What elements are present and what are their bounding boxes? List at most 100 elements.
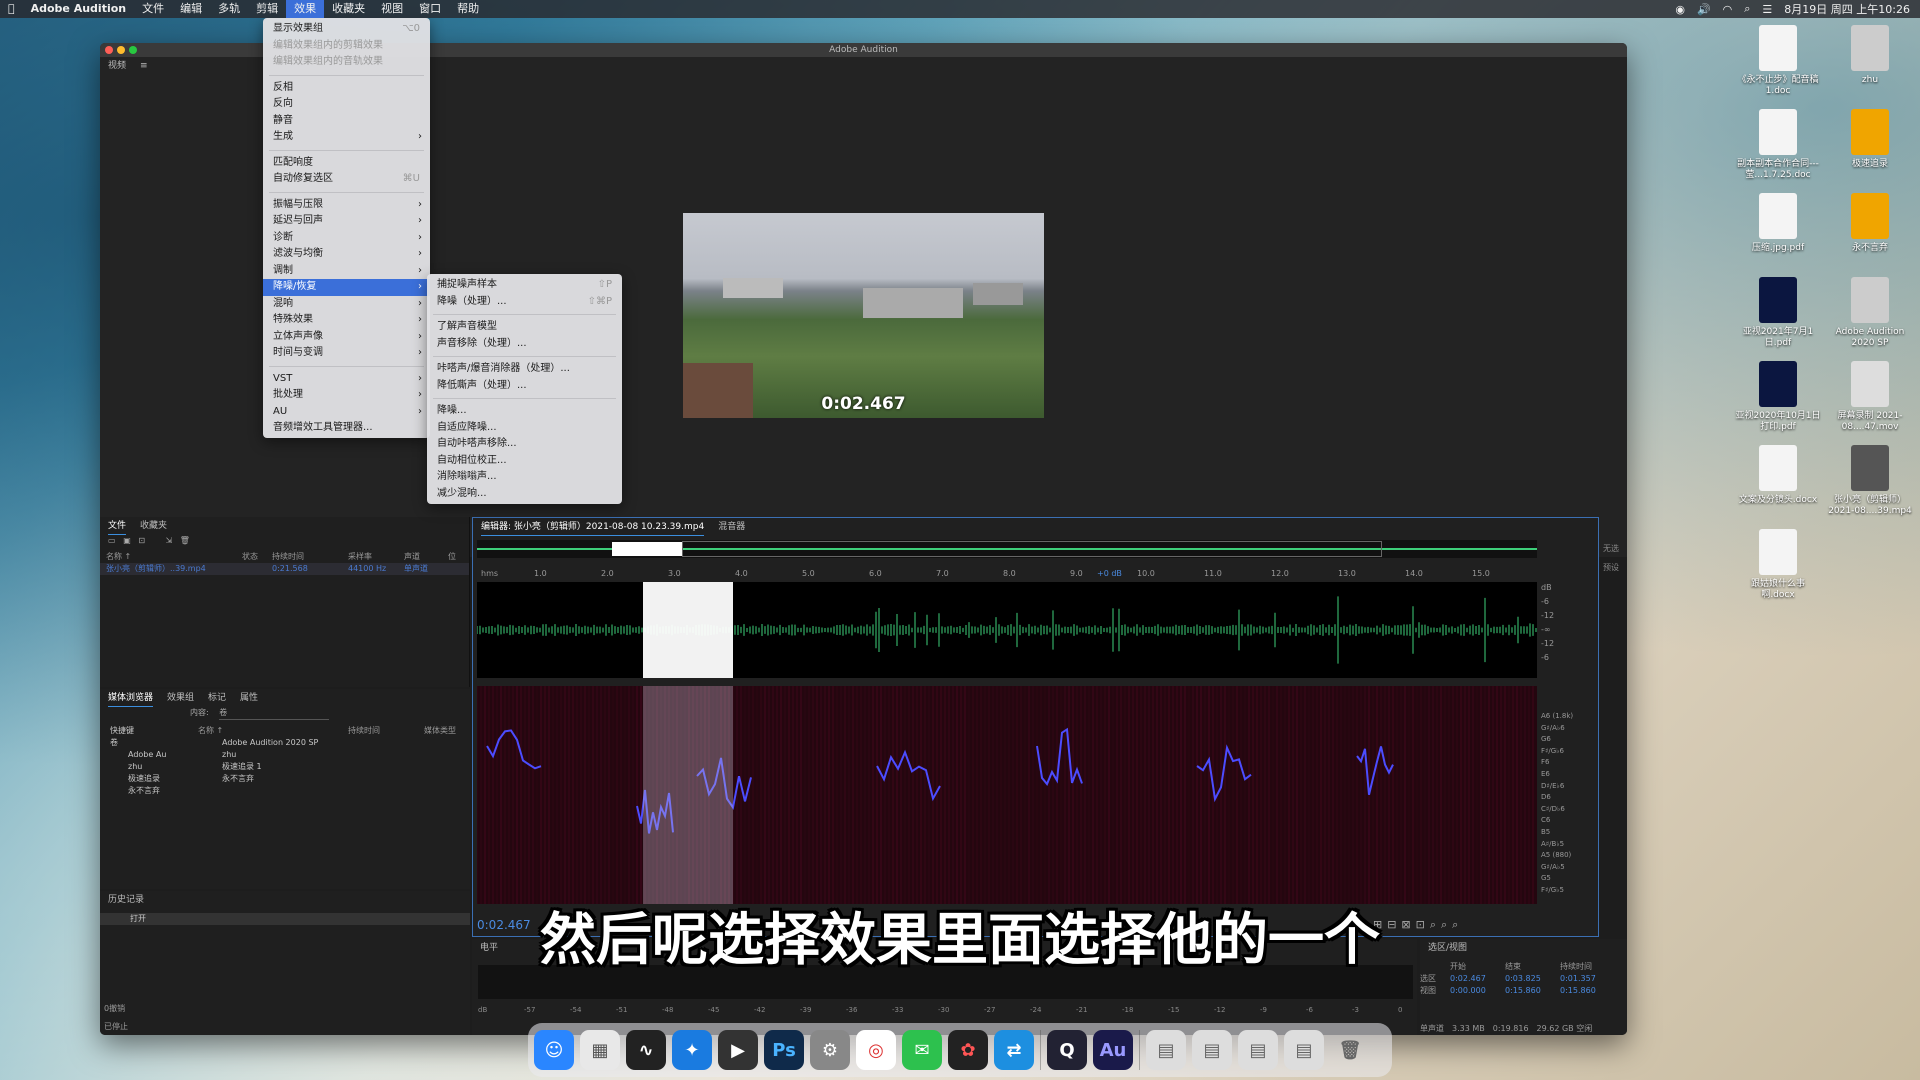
- open-folder-icon[interactable]: ▭: [108, 536, 116, 545]
- wifi-icon[interactable]: ◠: [1723, 3, 1733, 16]
- effects-menu-item[interactable]: 编辑效果组内的剪辑效果: [263, 38, 430, 55]
- noise-menu-item[interactable]: 自动咔嗒声移除...: [427, 436, 622, 453]
- desktop-icon[interactable]: zhu: [1827, 25, 1913, 86]
- noise-menu-item[interactable]: 了解声音模型: [427, 319, 622, 336]
- tab-editor[interactable]: 编辑器: 张小亮（剪辑师）2021-08-08 10.23.39.mp4: [481, 518, 705, 536]
- video-panel-title[interactable]: 视频: [108, 57, 126, 75]
- clock[interactable]: 8月19日 周四 上午10:26: [1784, 1, 1910, 17]
- menu-multitrack[interactable]: 多轨: [210, 0, 248, 18]
- tab-markers[interactable]: 标记: [208, 689, 226, 707]
- tab-favorites[interactable]: 收藏夹: [140, 517, 167, 535]
- wechat-icon[interactable]: ◉: [1675, 3, 1685, 16]
- overview-bar[interactable]: [477, 540, 1537, 558]
- col-duration[interactable]: 持续时间: [272, 551, 348, 563]
- content-select[interactable]: 卷: [219, 707, 330, 720]
- document-icon[interactable]: ▤: [1146, 1030, 1186, 1070]
- selection-highlight[interactable]: [643, 582, 733, 678]
- tab-media-browser[interactable]: 媒体浏览器: [108, 689, 154, 707]
- document-icon[interactable]: ▤: [1238, 1030, 1278, 1070]
- desktop-icon[interactable]: 亚视2020年10月1日打印.pdf: [1735, 361, 1821, 433]
- effects-menu-item[interactable]: 生成 ›: [263, 129, 430, 146]
- trash-icon[interactable]: 🗑: [1330, 1030, 1370, 1070]
- noise-menu-item[interactable]: 降噪...: [427, 403, 622, 420]
- insert-icon[interactable]: ⇲: [165, 536, 172, 545]
- desktop-icon[interactable]: 压缩.jpg.pdf: [1735, 193, 1821, 254]
- menu-edit[interactable]: 编辑: [172, 0, 210, 18]
- control-center-icon[interactable]: ☰: [1762, 3, 1772, 16]
- menu-favorites[interactable]: 收藏夹: [324, 0, 373, 18]
- final-cut-icon[interactable]: ▶: [718, 1030, 758, 1070]
- tree-item[interactable]: 极速追录: [110, 773, 192, 785]
- new-file-icon[interactable]: ⊡: [138, 536, 145, 545]
- noise-menu-item[interactable]: 减少混响...: [427, 486, 622, 503]
- spectral-view[interactable]: [476, 686, 1537, 904]
- effects-menu-item[interactable]: 自动修复选区 ⌘U: [263, 171, 430, 188]
- teamviewer-icon[interactable]: ⇄: [994, 1030, 1034, 1070]
- waveform-view[interactable]: [476, 582, 1537, 678]
- noise-menu-item[interactable]: 降低嘶声（处理）...: [427, 378, 622, 395]
- gain-value[interactable]: +0 dB: [1097, 569, 1122, 578]
- effects-menu-item[interactable]: 匹配响度: [263, 155, 430, 172]
- col-status[interactable]: 状态: [242, 551, 272, 563]
- desktop-icon[interactable]: 永不言弃: [1827, 193, 1913, 254]
- menu-effects[interactable]: 效果: [286, 0, 325, 18]
- tree-item[interactable]: 快捷键: [110, 725, 192, 737]
- safari-icon[interactable]: ✦: [672, 1030, 712, 1070]
- time-ruler[interactable]: hms 1.0 2.0 3.0 4.0 5.0 6.0 7.0 8.0 9.0 10.0 11.0 12…: [477, 566, 1537, 580]
- desktop-icon[interactable]: 副本副本合作合同---莹...1.7.25.doc: [1735, 109, 1821, 181]
- photoshop-icon[interactable]: Ps: [764, 1030, 804, 1070]
- import-icon[interactable]: ▣: [123, 536, 131, 545]
- col-rate[interactable]: 采样率: [348, 551, 404, 563]
- list-item[interactable]: 永不言弃: [198, 773, 470, 785]
- chrome-icon[interactable]: ◎: [856, 1030, 896, 1070]
- noise-menu-item[interactable]: 降噪（处理）... ⇧⌘P: [427, 294, 622, 311]
- noise-menu-item[interactable]: 自适应降噪...: [427, 420, 622, 437]
- col-name[interactable]: 名称 ↑: [106, 551, 242, 563]
- media-col-type[interactable]: 媒体类型: [424, 725, 456, 737]
- view-end[interactable]: 0:15.860: [1505, 985, 1560, 997]
- tree-item[interactable]: Adobe Au: [110, 749, 192, 761]
- list-item[interactable]: Adobe Audition 2020 SP: [198, 737, 470, 749]
- document-icon[interactable]: ▤: [1284, 1030, 1324, 1070]
- desktop-icon[interactable]: 文案及分镜头.docx: [1735, 445, 1821, 506]
- effects-menu-item[interactable]: 时间与变调 ›: [263, 345, 430, 362]
- col-channels[interactable]: 声道: [404, 551, 448, 563]
- tab-files[interactable]: 文件: [108, 517, 127, 535]
- tab-mixer[interactable]: 混音器: [718, 518, 745, 536]
- list-item[interactable]: 极速追录 1: [198, 761, 470, 773]
- tree-item[interactable]: zhu: [110, 761, 192, 773]
- effects-menu-item[interactable]: 批处理 ›: [263, 387, 430, 404]
- desktop-icon[interactable]: 屏幕录制 2021-08....47.mov: [1827, 361, 1913, 433]
- desktop-icon[interactable]: 《永不止步》配音稿 1.doc: [1735, 25, 1821, 97]
- effects-menu-item[interactable]: 滤波与均衡 ›: [263, 246, 430, 263]
- launchpad-icon[interactable]: ▦: [580, 1030, 620, 1070]
- file-row[interactable]: 张小亮（剪辑师）..39.mp4 0:21.568 44100 Hz 单声道: [100, 563, 469, 575]
- effects-menu-item[interactable]: 振幅与压限 ›: [263, 197, 430, 214]
- volume-icon[interactable]: 🔊: [1697, 3, 1711, 16]
- effects-menu-item[interactable]: AU ›: [263, 404, 430, 421]
- desktop-icon[interactable]: 极速追录: [1827, 109, 1913, 170]
- desktop-icon[interactable]: 张小亮（剪辑师）2021-08....39.mp4: [1827, 445, 1913, 517]
- effects-menu-item[interactable]: 特殊效果 ›: [263, 312, 430, 329]
- overview-selection[interactable]: [612, 542, 682, 556]
- menu-view[interactable]: 视图: [373, 0, 411, 18]
- noise-menu-item[interactable]: 捕捉噪声样本 ⇧P: [427, 277, 622, 294]
- desktop-icon[interactable]: Adobe Audition 2020 SP: [1827, 277, 1913, 349]
- desktop-icon[interactable]: 跟姑娘什么事啊.docx: [1735, 529, 1821, 601]
- effects-menu-item[interactable]: 显示效果组 ⌥0: [263, 21, 430, 38]
- apple-icon[interactable]: : [0, 0, 23, 18]
- effects-menu-item[interactable]: 编辑效果组内的音轨效果: [263, 54, 430, 71]
- zoom-button[interactable]: [129, 46, 137, 54]
- col-bits[interactable]: 位: [448, 551, 456, 563]
- effects-menu-item[interactable]: 调制 ›: [263, 263, 430, 280]
- noise-menu-item[interactable]: 消除嗡嗡声...: [427, 469, 622, 486]
- panel-menu-icon[interactable]: ≡: [140, 57, 148, 75]
- system-preferences-icon[interactable]: ⚙: [810, 1030, 850, 1070]
- search-icon[interactable]: ⌕: [1744, 2, 1750, 16]
- effects-menu-item[interactable]: 混响 ›: [263, 296, 430, 313]
- effects-menu-item[interactable]: 降噪/恢复 ›: [263, 279, 430, 296]
- spectral-selection[interactable]: [643, 686, 733, 904]
- view-duration[interactable]: 0:15.860: [1560, 985, 1596, 997]
- effects-menu-item[interactable]: 静音: [263, 113, 430, 130]
- overview-viewport[interactable]: [682, 541, 1382, 557]
